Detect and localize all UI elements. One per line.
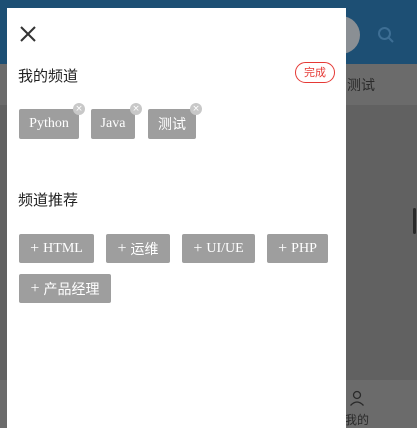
plus-icon: +: [30, 279, 40, 297]
done-button[interactable]: 完成: [295, 62, 335, 83]
search-icon[interactable]: [377, 26, 395, 44]
scrollbar[interactable]: [413, 208, 416, 234]
plus-icon: +: [278, 239, 288, 257]
chip-label: 产品经理: [43, 282, 100, 298]
nav-item-mine[interactable]: 我的: [345, 411, 369, 428]
remove-icon[interactable]: ×: [130, 103, 142, 115]
recommended-title: 频道推荐: [18, 193, 79, 209]
chip-label: Java: [100, 116, 126, 131]
recommend-chip-uiue[interactable]: + UI/UE: [182, 234, 255, 263]
remove-icon[interactable]: ×: [190, 103, 202, 115]
close-icon[interactable]: [18, 24, 38, 44]
chip-label: 运维: [130, 242, 159, 258]
remove-icon[interactable]: ×: [73, 103, 85, 115]
plus-icon: +: [117, 239, 127, 257]
plus-icon: +: [193, 239, 203, 257]
user-icon[interactable]: [349, 390, 365, 406]
recommend-chip-html[interactable]: + HTML: [19, 234, 94, 263]
recommend-chip-php[interactable]: + PHP: [267, 234, 328, 263]
my-channels-title: 我的频道: [18, 69, 79, 85]
channel-chip-python[interactable]: Python: [19, 109, 79, 139]
recommend-chip-pm[interactable]: + 产品经理: [19, 274, 111, 303]
channel-drawer: 我的频道 完成 Python × Java × 测试 × 频道推荐 + HTML…: [7, 8, 346, 428]
chip-label: UI/UE: [206, 240, 244, 256]
chip-label: HTML: [43, 240, 83, 256]
plus-icon: +: [30, 239, 40, 257]
chip-label: PHP: [291, 240, 317, 256]
channel-chip-test[interactable]: 测试: [148, 109, 196, 139]
chip-label: Python: [29, 116, 69, 131]
tab-test[interactable]: 测试: [347, 75, 375, 95]
channel-chip-java[interactable]: Java: [91, 109, 135, 139]
chip-label: 测试: [158, 118, 186, 133]
recommend-chip-ops[interactable]: + 运维: [106, 234, 170, 263]
